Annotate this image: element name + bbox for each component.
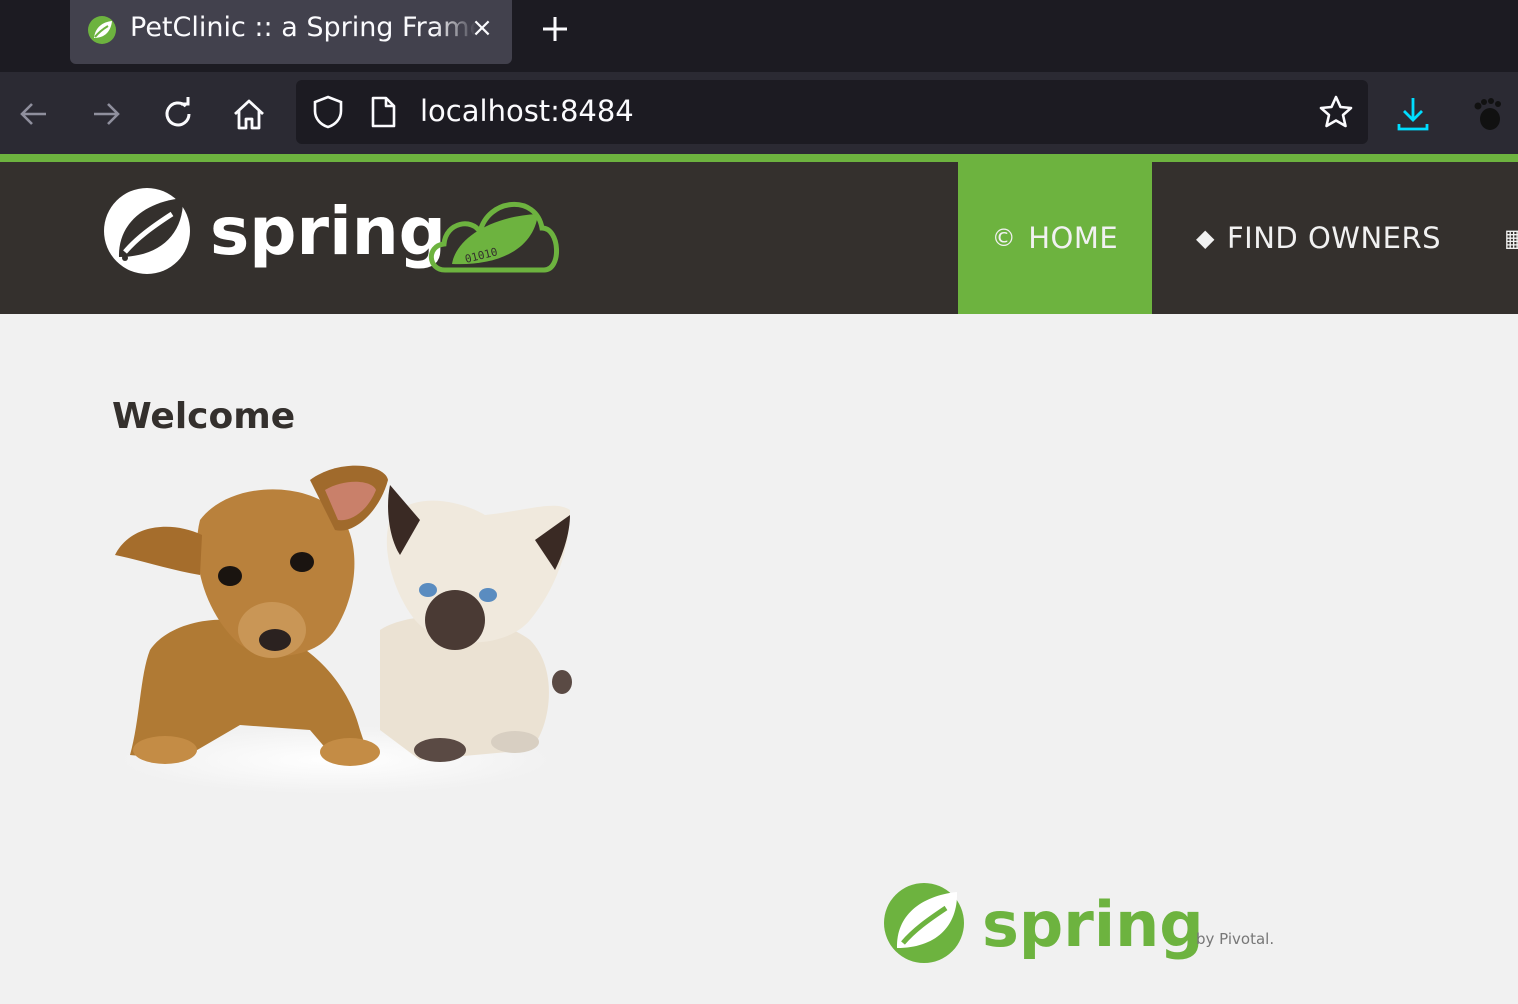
pets-image (115, 465, 572, 794)
tab-title: PetClinic :: a Spring Framework demonstr… (130, 12, 476, 43)
menu-next-item[interactable]: ▦ (1482, 162, 1518, 314)
menu-home[interactable]: © HOME (958, 162, 1152, 314)
footer-spring-text: spring (982, 888, 1204, 961)
download-icon[interactable] (1393, 94, 1433, 134)
url-text[interactable]: localhost:8484 (420, 94, 634, 128)
address-bar[interactable]: localhost:8484 (296, 80, 1368, 144)
menu-find-owners-label: FIND OWNERS (1226, 221, 1442, 255)
plus-icon[interactable] (538, 12, 572, 46)
reload-icon[interactable] (158, 94, 198, 134)
spring-leaf-favicon-icon (88, 16, 116, 44)
header-accent-bar (0, 154, 1518, 162)
spring-petclinic-logo[interactable]: spring 01010 (100, 184, 560, 278)
brand-text: spring (210, 193, 446, 270)
shield-icon[interactable] (310, 94, 346, 130)
menu-find-owners[interactable]: ◆ FIND OWNERS (1152, 162, 1482, 314)
main-menu: © HOME ◆ FIND OWNERS ▦ (958, 162, 1518, 314)
gnome-foot-icon[interactable] (1468, 94, 1508, 134)
search-glyph-icon: ◆ (1196, 224, 1215, 252)
forward-arrow-icon[interactable] (86, 94, 126, 134)
page-title: Welcome (112, 396, 296, 437)
spring-by-pivotal-logo[interactable]: spring by Pivotal. (880, 878, 1290, 970)
star-icon[interactable] (1318, 94, 1354, 130)
browser-toolbar: localhost:8484 (0, 72, 1518, 154)
home-icon[interactable] (229, 94, 269, 134)
browser-tab[interactable]: PetClinic :: a Spring Framework demonstr… (70, 0, 512, 64)
home-glyph-icon: © (991, 224, 1017, 252)
page-icon (371, 96, 396, 128)
site-header: spring 01010 © HOME ◆ FIND OWNERS ▦ (0, 162, 1518, 314)
browser-tab-strip: PetClinic :: a Spring Framework demonstr… (0, 0, 1518, 72)
back-arrow-icon[interactable] (14, 94, 54, 134)
close-icon[interactable]: × (468, 14, 496, 42)
footer-byline-text: by Pivotal. (1196, 930, 1274, 948)
menu-home-label: HOME (1028, 221, 1119, 255)
list-glyph-icon: ▦ (1504, 224, 1518, 252)
